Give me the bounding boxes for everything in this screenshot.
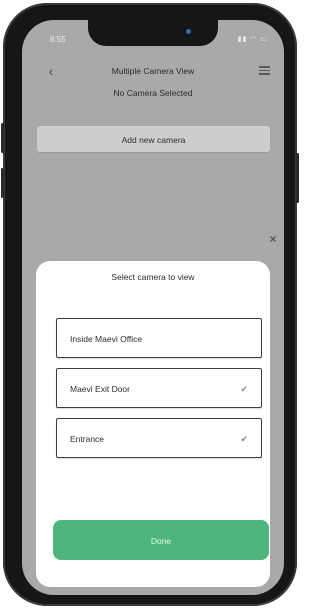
add-camera-button[interactable]: Add new camera [37,126,270,152]
wifi-icon: ◠ [250,36,258,43]
battery-icon: ▭ [260,36,268,43]
phone-side-button [1,168,4,198]
camera-option-label: Inside Maevi Office [70,334,143,344]
camera-select-sheet: Select camera to view Inside Maevi Offic… [36,261,270,587]
camera-option-label: Entrance [70,434,105,444]
notch [88,20,218,46]
front-camera-dot [186,29,191,34]
hamburger-menu-icon[interactable] [259,66,270,75]
phone-side-button [1,123,4,153]
page-subtitle: No Camera Selected [113,88,193,98]
sheet-title: Select camera to view [111,272,195,282]
camera-option-entrance[interactable]: Entrance ✔ [56,418,262,458]
camera-option-label: Maevi Exit Door [70,384,130,394]
checkmark-icon: ✔ [240,434,248,444]
app-screen: 8:55 ▮▮ ◠ ▭ ‹ Multiple Camera View No Ca… [22,20,284,595]
phone-frame: 8:55 ▮▮ ◠ ▭ ‹ Multiple Camera View No Ca… [1,3,299,606]
signal-icon: ▮▮ [237,36,248,43]
status-time: 8:55 [50,35,66,44]
page-title: Multiple Camera View [111,66,195,76]
phone-side-button [296,153,299,203]
done-button[interactable]: Done [53,520,269,560]
camera-option-maevi-exit-door[interactable]: Maevi Exit Door ✔ [56,368,262,408]
close-icon[interactable]: × [268,233,278,245]
camera-option-inside-maevi-office[interactable]: Inside Maevi Office [56,318,262,358]
status-icons: ▮▮ ◠ ▭ [238,35,268,43]
checkmark-icon: ✔ [240,384,248,394]
